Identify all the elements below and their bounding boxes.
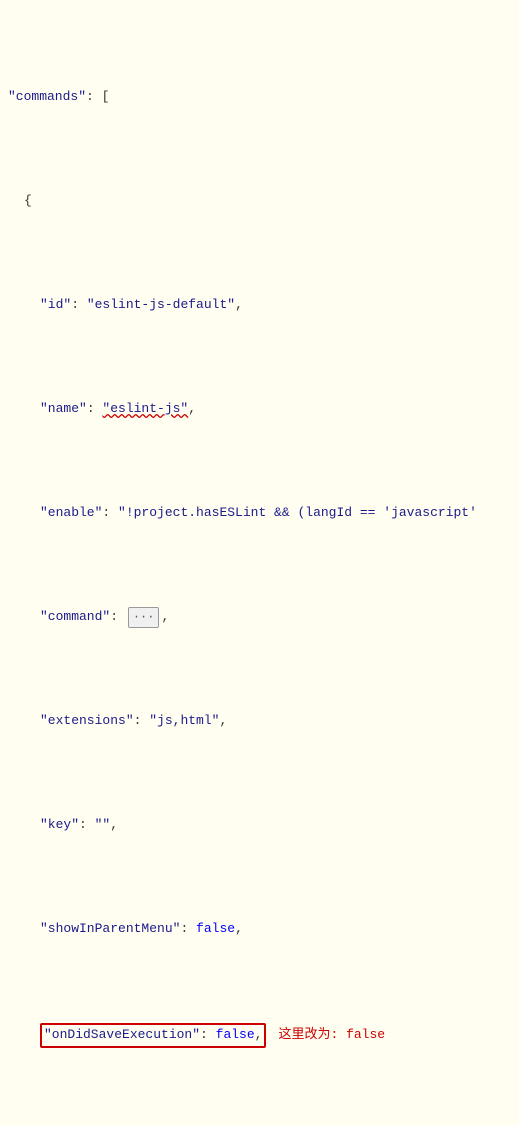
line-name-1: "name": "eslint-js", [0,399,519,420]
line-command-1: "command": ···, [0,607,519,628]
ellipsis-box-1[interactable]: ··· [128,607,160,628]
red-box-1: "onDidSaveExecution": false, [40,1023,266,1048]
line-on-did-save-1: "onDidSaveExecution": false, 这里改为: false [0,1023,519,1048]
line-enable-1: "enable": "!project.hasESLint && (langId… [0,503,519,524]
line-open-brace-1: { [0,191,519,212]
annotation-1: 这里改为: false [278,1025,385,1046]
line-id-1: "id": "eslint-js-default", [0,295,519,316]
line-commands: "commands": [ [0,87,519,108]
line-extensions-1: "extensions": "js,html", [0,711,519,732]
line-show-parent-1: "showInParentMenu": false, [0,919,519,940]
code-block: "commands": [ { "id": "eslint-js-default… [0,0,519,1126]
line-key-1: "key": "", [0,815,519,836]
key-commands: "commands" [8,87,86,108]
